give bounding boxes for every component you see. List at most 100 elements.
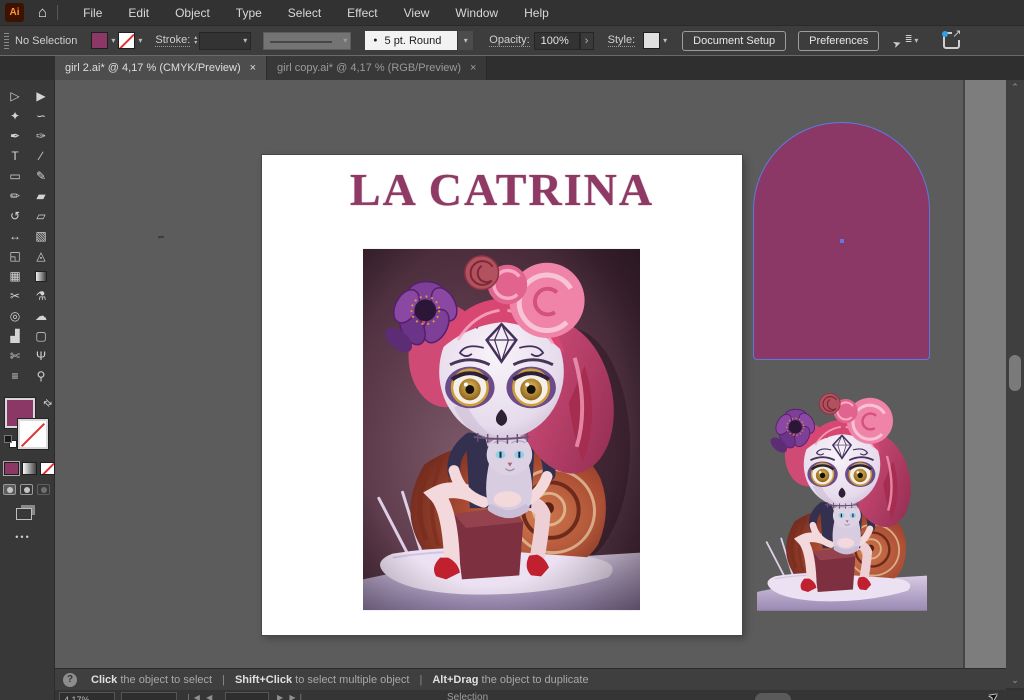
scissors-tool[interactable]: ✂ <box>2 286 28 306</box>
zoom-level-field[interactable]: 4,17% <box>59 692 115 700</box>
menu-item-help[interactable]: Help <box>511 2 562 24</box>
magic-wand-tool[interactable]: ✦ <box>2 106 28 126</box>
curvature-tool[interactable]: ✑ <box>28 126 54 146</box>
mesh-tool[interactable]: ▦ <box>2 266 28 286</box>
slice-tool[interactable]: ✄ <box>2 346 28 366</box>
tab-close-icon[interactable]: × <box>470 62 476 74</box>
pen-tool[interactable]: ✒ <box>2 126 28 146</box>
scroll-up-icon[interactable]: ⌃ <box>1006 82 1024 93</box>
cloud-status-icon[interactable] <box>943 32 960 49</box>
stray-mark <box>158 236 164 239</box>
menu-item-type[interactable]: Type <box>223 2 275 24</box>
stroke-color-indicator[interactable] <box>18 419 48 449</box>
perspective-grid-tool[interactable]: ◬ <box>28 246 54 266</box>
panel-grip-handle[interactable] <box>4 33 9 49</box>
style-swatch[interactable] <box>643 32 660 49</box>
scrollbar-thumb[interactable] <box>1009 355 1021 391</box>
opacity-input[interactable]: 100% <box>534 32 580 50</box>
type-tool[interactable]: T <box>2 146 28 166</box>
document-tab-1[interactable]: girl 2.ai* @ 4,17 % (CMYK/Preview)× <box>55 56 267 80</box>
brush-chevron-icon[interactable]: ▾ <box>457 31 473 50</box>
eraser-tool[interactable]: ▰ <box>28 186 54 206</box>
screen-mode-icon[interactable] <box>16 508 32 520</box>
girl-cutout-artwork[interactable] <box>757 372 927 628</box>
nav-last-icon[interactable]: ▶ ▶❘ <box>277 693 306 700</box>
app-logo-icon[interactable]: Ai <box>5 3 24 22</box>
blend-tool[interactable]: ◎ <box>2 306 28 326</box>
help-icon[interactable]: ? <box>63 673 77 687</box>
menu-item-file[interactable]: File <box>70 2 115 24</box>
vertical-scrollbar[interactable]: ⌃ ⌄ <box>1006 80 1024 688</box>
rectangle-tool-icon: ▭ <box>9 170 20 182</box>
style-chevron-icon[interactable]: ▾ <box>660 36 670 45</box>
symbol-sprayer-tool[interactable]: ☁ <box>28 306 54 326</box>
width-profile-combo[interactable]: ▾ <box>263 32 351 50</box>
opacity-label[interactable]: Opacity: <box>489 34 529 47</box>
gradient-button[interactable] <box>22 462 37 475</box>
menu-item-effect[interactable]: Effect <box>334 2 390 24</box>
lasso-tool[interactable]: ∽ <box>28 106 54 126</box>
column-graph-tool[interactable]: ▟ <box>2 326 28 346</box>
menu-item-object[interactable]: Object <box>162 2 223 24</box>
draw-normal-mode-icon[interactable] <box>3 484 16 495</box>
brush-preview[interactable]: ● 5 pt. Round <box>365 31 457 50</box>
horizontal-scrollbar-thumb[interactable] <box>755 693 791 700</box>
menu-item-select[interactable]: Select <box>275 2 334 24</box>
paint-style-buttons <box>4 462 55 475</box>
edit-toolbar-button[interactable]: ••• <box>0 532 46 542</box>
stroke-weight-label[interactable]: Stroke: <box>155 34 190 47</box>
stroke-weight-chevron-icon[interactable]: ▾ <box>240 36 250 45</box>
eyedropper-tool[interactable]: ⚗ <box>28 286 54 306</box>
stroke-weight-combo[interactable]: ▾ <box>199 32 251 50</box>
stepper-down-icon[interactable]: ▾ <box>194 41 197 46</box>
fill-color-swatch[interactable] <box>91 32 108 49</box>
select-similar-icon[interactable]: ≣➤ <box>893 34 911 48</box>
menu-item-window[interactable]: Window <box>442 2 511 24</box>
selected-arch-shape[interactable] <box>753 122 930 360</box>
stroke-weight-stepper[interactable]: ▴ ▾ <box>194 36 197 46</box>
arch-center-point[interactable] <box>840 239 844 243</box>
selection-tool[interactable]: ▷ <box>2 86 28 106</box>
menu-item-edit[interactable]: Edit <box>115 2 162 24</box>
brush-definition-combo[interactable]: ● 5 pt. Round ▾ <box>365 31 473 50</box>
gradient-tool[interactable] <box>28 266 54 286</box>
hand-tool[interactable]: Ψ <box>28 346 54 366</box>
draw-inside-mode-icon[interactable] <box>37 484 50 495</box>
rotate-tool[interactable]: ↺ <box>2 206 28 226</box>
width-tool[interactable]: ↔ <box>2 226 28 246</box>
width-profile-chevron-icon[interactable]: ▾ <box>340 36 350 45</box>
none-button[interactable] <box>40 462 55 475</box>
scroll-down-icon[interactable]: ⌄ <box>1006 675 1024 686</box>
opacity-more-button[interactable]: › <box>580 32 594 50</box>
shape-builder-tool[interactable]: ◱ <box>2 246 28 266</box>
color-button[interactable] <box>4 462 19 475</box>
swap-fill-stroke-icon[interactable]: ⇄ <box>40 397 54 411</box>
draw-behind-mode-icon[interactable] <box>20 484 33 495</box>
artboard-number-field[interactable] <box>225 692 269 700</box>
print-tiling-tool[interactable]: ≡ <box>2 366 28 386</box>
preferences-button[interactable]: Preferences <box>798 31 879 51</box>
paintbrush-tool[interactable]: ✎ <box>28 166 54 186</box>
document-tab-2[interactable]: girl copy.ai* @ 4,17 % (RGB/Preview)× <box>267 56 487 80</box>
direct-selection-tool[interactable]: ▶ <box>28 86 54 106</box>
tab-close-icon[interactable]: × <box>250 62 256 74</box>
menu-item-view[interactable]: View <box>391 2 443 24</box>
stroke-chevron-down-icon[interactable]: ▾ <box>135 36 145 45</box>
default-fill-stroke-icon[interactable] <box>4 435 17 448</box>
nav-first-icon[interactable]: ❘◀ ◀ <box>185 693 214 700</box>
line-segment-tool[interactable]: ∕ <box>28 146 54 166</box>
select-similar-chevron-icon[interactable]: ▾ <box>911 36 921 45</box>
pencil-tool[interactable]: ✏ <box>2 186 28 206</box>
artwork-title-text[interactable]: LA CATRINA <box>262 163 742 216</box>
artboard-navigation-combo[interactable] <box>121 692 177 700</box>
free-transform-tool[interactable]: ▧ <box>28 226 54 246</box>
zoom-tool[interactable]: ⚲ <box>28 366 54 386</box>
stroke-color-swatch[interactable] <box>118 32 135 49</box>
scale-tool[interactable]: ▱ <box>28 206 54 226</box>
document-setup-button[interactable]: Document Setup <box>682 31 786 51</box>
home-icon[interactable]: ⌂ <box>38 4 47 21</box>
placed-artwork-image[interactable] <box>363 247 640 612</box>
fill-chevron-down-icon[interactable]: ▾ <box>108 36 118 45</box>
rectangle-tool[interactable]: ▭ <box>2 166 28 186</box>
artboard-tool[interactable]: ▢ <box>28 326 54 346</box>
